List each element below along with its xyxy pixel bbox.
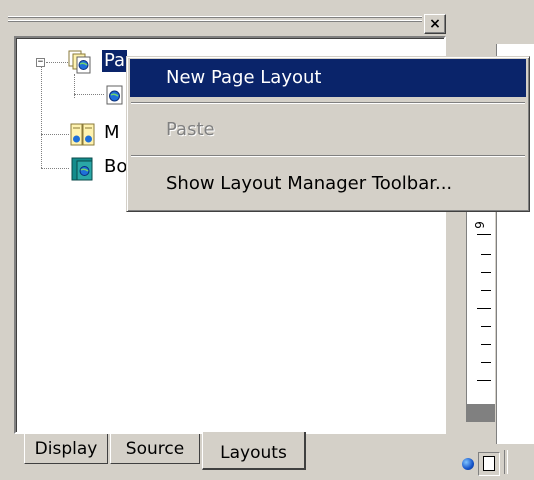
- context-menu: New Page Layout Paste Show Layout Manage…: [126, 56, 530, 212]
- ruler-label: 6: [471, 221, 486, 229]
- tab-layouts[interactable]: Layouts: [202, 432, 306, 470]
- panel-grip[interactable]: [8, 14, 422, 26]
- tree-node-masters[interactable]: M: [104, 122, 120, 144]
- menu-item-paste[interactable]: Paste: [130, 111, 526, 149]
- tab-source[interactable]: Source: [110, 434, 200, 464]
- page-view-icon[interactable]: [478, 452, 500, 476]
- tab-display[interactable]: Display: [24, 434, 108, 464]
- menu-separator: [131, 155, 525, 157]
- book-icon: [70, 156, 93, 181]
- masters-icon: [70, 122, 95, 146]
- page-layout-icon[interactable]: [104, 84, 126, 106]
- collapse-icon[interactable]: −: [36, 58, 45, 67]
- menu-item-new-page-layout[interactable]: New Page Layout: [130, 59, 526, 97]
- tree-node-page-layouts[interactable]: Pa: [102, 50, 128, 72]
- close-icon[interactable]: ×: [424, 14, 446, 34]
- page-layouts-folder-icon: [68, 50, 91, 74]
- status-divider: [504, 450, 508, 474]
- tree-node-book[interactable]: Bo: [104, 156, 127, 178]
- globe-icon[interactable]: [462, 458, 474, 470]
- menu-item-show-layout-manager-toolbar[interactable]: Show Layout Manager Toolbar...: [130, 165, 526, 203]
- menu-separator: [131, 102, 525, 104]
